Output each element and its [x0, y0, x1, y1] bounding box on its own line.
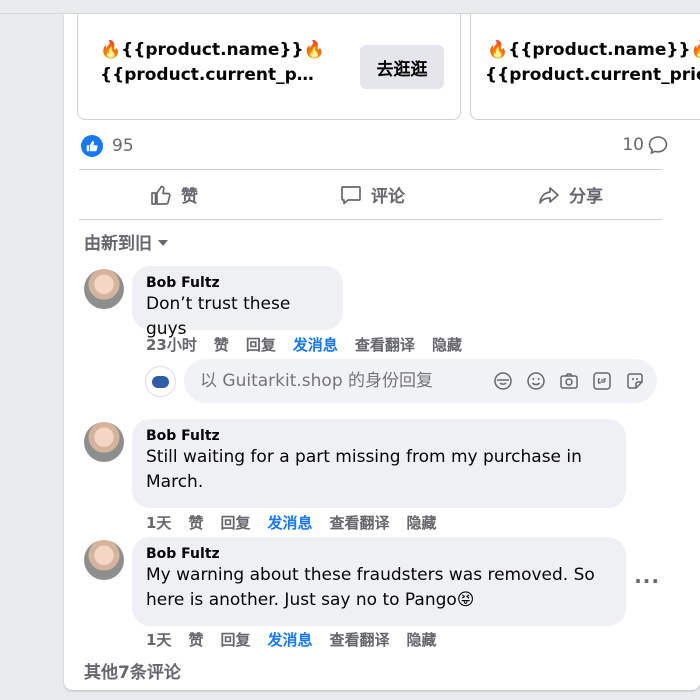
view-more-comments-link[interactable]: 其他7条评论: [84, 658, 181, 683]
comment-time[interactable]: 23小时: [146, 334, 197, 355]
comment-author[interactable]: Bob Fultz: [146, 274, 329, 292]
like-button[interactable]: 赞: [149, 182, 198, 207]
reply-toolbar: [493, 371, 645, 391]
like-reaction-icon: [81, 135, 103, 157]
comment-translate-link[interactable]: 查看翻译: [329, 629, 389, 650]
share-label: 分享: [569, 187, 603, 207]
comment-time[interactable]: 1天: [146, 629, 171, 650]
comment-translate-link[interactable]: 查看翻译: [355, 334, 415, 355]
caret-down-icon: [158, 239, 168, 246]
comment-hide-link[interactable]: 隐藏: [432, 334, 462, 355]
sort-label: 由新到旧: [84, 234, 152, 254]
comment-reply-link[interactable]: 回复: [220, 629, 250, 650]
comment-sort-dropdown[interactable]: 由新到旧: [84, 229, 168, 254]
comment-label: 评论: [371, 187, 405, 207]
fire-icon: 🔥: [303, 40, 325, 60]
sticker-icon[interactable]: [625, 371, 645, 391]
comment-bubble-icon: [648, 136, 668, 155]
product-name: 🔥{{product.name}}🔥: [100, 40, 325, 60]
divider: [79, 169, 662, 170]
comment-message-link[interactable]: 发消息: [293, 334, 338, 355]
share-icon: [539, 186, 559, 204]
emoji-icon[interactable]: [526, 371, 546, 391]
product-name: 🔥{{product.name}}🔥: [487, 40, 700, 60]
comment-like-link[interactable]: 赞: [188, 629, 203, 650]
avatar[interactable]: [84, 540, 124, 580]
thumbs-up-icon: [151, 185, 171, 205]
comment-message-link[interactable]: 发消息: [267, 512, 312, 533]
fire-icon: 🔥: [691, 40, 700, 60]
comment-hide-link[interactable]: 隐藏: [407, 512, 437, 533]
product-price: {{product.current_price...: [485, 65, 700, 85]
gif-icon[interactable]: [592, 371, 612, 391]
comment-meta: 1天 赞 回复 发消息 查看翻译 隐藏: [146, 629, 437, 650]
comment-meta: 1天 赞 回复 发消息 查看翻译 隐藏: [146, 512, 437, 533]
comment-author[interactable]: Bob Fultz: [146, 427, 612, 445]
comment-bubble: Bob Fultz Still waiting for a part missi…: [132, 419, 626, 508]
camera-icon[interactable]: [559, 371, 579, 391]
comment-meta: 23小时 赞 回复 发消息 查看翻译 隐藏: [146, 334, 462, 355]
comment-translate-link[interactable]: 查看翻译: [329, 512, 389, 533]
comment-message-link[interactable]: 发消息: [267, 629, 312, 650]
fire-icon: 🔥: [100, 40, 122, 60]
product-price: {{product.current_price...: [100, 65, 315, 85]
reply-composer: [145, 359, 657, 403]
comment-button[interactable]: 评论: [339, 182, 405, 207]
avatar[interactable]: [84, 422, 124, 462]
fire-icon: 🔥: [487, 40, 509, 60]
comment-count-link[interactable]: 10: [622, 135, 668, 155]
comment-icon: [341, 185, 361, 204]
reaction-summary[interactable]: 95: [81, 135, 134, 157]
comment-bubble: Bob Fultz Don’t trust these guys: [132, 266, 343, 339]
comment-time[interactable]: 1天: [146, 512, 171, 533]
product-card[interactable]: 🔥{{product.name}}🔥 {{product.current_pri…: [470, 14, 700, 120]
comment-text: Still waiting for a part missing from my…: [146, 447, 582, 492]
comment-reply-link[interactable]: 回复: [246, 334, 276, 355]
reaction-count: 95: [112, 136, 134, 156]
product-card[interactable]: 🔥{{product.name}}🔥 {{product.current_pri…: [77, 14, 461, 120]
share-button[interactable]: 分享: [537, 182, 603, 207]
page-avatar: [145, 366, 176, 397]
comment-author[interactable]: Bob Fultz: [146, 545, 612, 563]
more-options-icon[interactable]: ···: [634, 569, 660, 593]
comment-text: My warning about these fraudsters was re…: [146, 565, 595, 610]
avatar-sticker-icon[interactable]: [493, 371, 513, 391]
comment-count: 10: [622, 135, 644, 155]
avatar[interactable]: [84, 269, 124, 309]
comment-like-link[interactable]: 赞: [214, 334, 229, 355]
comment-bubble: Bob Fultz My warning about these fraudst…: [132, 537, 626, 626]
like-label: 赞: [181, 187, 198, 207]
comment-like-link[interactable]: 赞: [188, 512, 203, 533]
divider: [79, 219, 662, 220]
shop-button[interactable]: 去逛逛: [360, 45, 444, 89]
post-card: 🔥{{product.name}}🔥 {{product.current_pri…: [64, 14, 700, 690]
comment-reply-link[interactable]: 回复: [220, 512, 250, 533]
comment-hide-link[interactable]: 隐藏: [407, 629, 437, 650]
